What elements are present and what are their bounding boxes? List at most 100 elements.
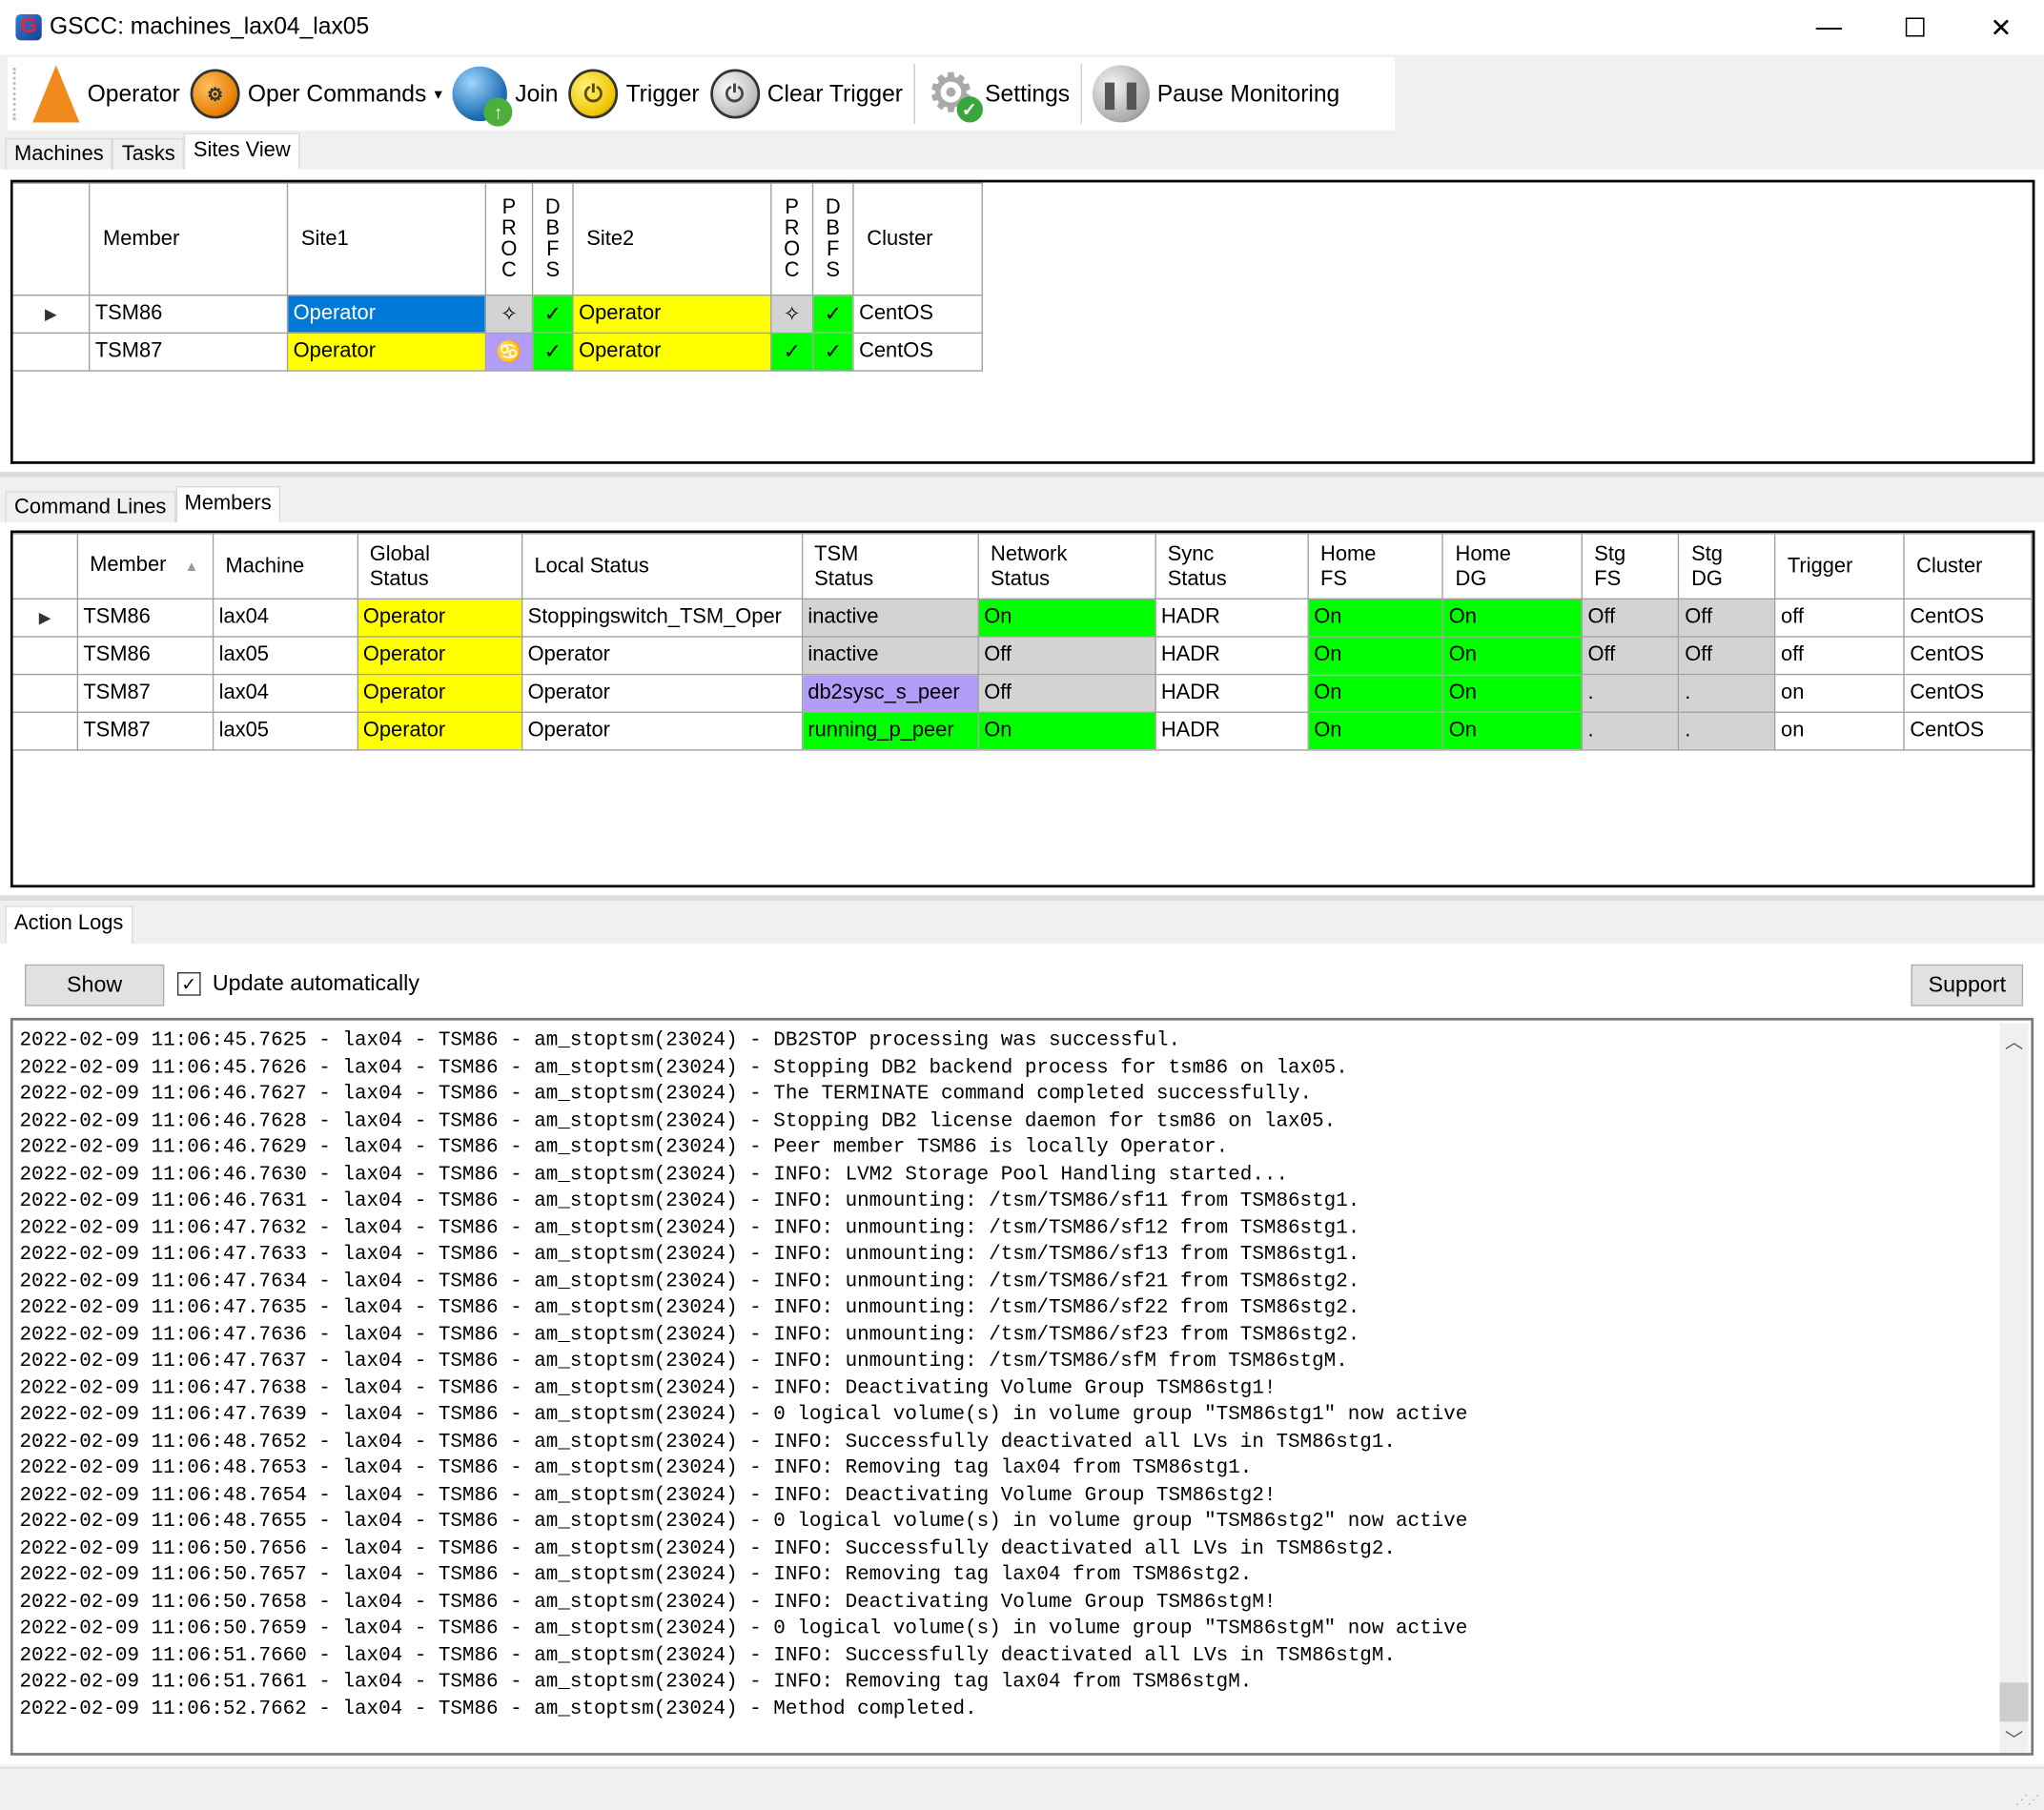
settings-button[interactable]: ⚙ Settings bbox=[920, 61, 1075, 126]
col-home-dg[interactable]: Home DG bbox=[1441, 533, 1583, 600]
col-tsm-status[interactable]: TSM Status bbox=[801, 533, 979, 600]
join-button[interactable]: Join bbox=[447, 61, 563, 127]
table-cell[interactable]: TSM86 bbox=[76, 598, 215, 638]
table-cell[interactable]: Off bbox=[1678, 598, 1776, 638]
table-cell[interactable]: Operator bbox=[357, 636, 523, 676]
proc-idle-icon[interactable]: ✧ bbox=[484, 295, 534, 335]
table-cell[interactable]: HADR bbox=[1155, 636, 1309, 676]
maximize-button[interactable]: ☐ bbox=[1872, 0, 1958, 54]
table-row[interactable]: ▶ TSM86 Operator ✧ ✓ Operator ✧ ✓ CentOS bbox=[12, 295, 983, 335]
table-cell[interactable]: Off bbox=[977, 673, 1156, 713]
splitter-bottom[interactable] bbox=[0, 895, 2044, 901]
checkmark-icon[interactable]: ✓ bbox=[811, 295, 854, 335]
row-selector[interactable] bbox=[12, 673, 78, 713]
table-cell[interactable]: db2sysc_s_peer bbox=[801, 673, 979, 713]
table-cell[interactable]: CentOS bbox=[1903, 598, 2033, 638]
table-row[interactable]: TSM87 Operator ♋ ✓ Operator ✓ ✓ CentOS bbox=[12, 332, 983, 372]
col-global-status[interactable]: Global Status bbox=[357, 533, 523, 600]
scroll-down-icon[interactable]: ﹀ bbox=[2000, 1727, 2029, 1750]
scroll-up-icon[interactable]: ︿ bbox=[2000, 1028, 2029, 1052]
cluster-cell[interactable]: CentOS bbox=[852, 295, 983, 335]
table-cell[interactable]: CentOS bbox=[1903, 636, 2033, 676]
site1-cell[interactable]: Operator bbox=[286, 295, 487, 335]
col-network-status[interactable]: Network Status bbox=[977, 533, 1156, 600]
show-button[interactable]: Show bbox=[24, 964, 165, 1007]
table-cell[interactable]: TSM87 bbox=[76, 711, 215, 751]
table-cell[interactable]: On bbox=[1307, 711, 1444, 751]
resize-grip-icon[interactable]: ⋰⋰ bbox=[2015, 1793, 2040, 1807]
support-button[interactable]: Support bbox=[1911, 964, 2024, 1007]
oper-commands-button[interactable]: ⚙ Oper Commands ▾ bbox=[185, 61, 447, 126]
member-cell[interactable]: TSM87 bbox=[88, 332, 289, 372]
table-cell[interactable]: CentOS bbox=[1903, 711, 2033, 751]
tab-tasks[interactable]: Tasks bbox=[112, 137, 185, 172]
table-cell[interactable]: . bbox=[1678, 711, 1776, 751]
table-cell[interactable]: Off bbox=[977, 636, 1156, 676]
table-cell[interactable]: HADR bbox=[1155, 673, 1309, 713]
col-home-fs[interactable]: Home FS bbox=[1307, 533, 1444, 600]
cluster-cell[interactable]: CentOS bbox=[852, 332, 983, 372]
table-cell[interactable]: On bbox=[1441, 598, 1583, 638]
table-cell[interactable]: TSM87 bbox=[76, 673, 215, 713]
proc-peer-icon[interactable]: ♋ bbox=[484, 332, 534, 372]
col-member[interactable]: Member ▲ bbox=[76, 533, 215, 600]
table-row[interactable]: ▶ TSM86 lax04 Operator Stoppingswitch_TSM_Op… bbox=[12, 598, 2033, 638]
table-cell[interactable]: running_p_peer bbox=[801, 711, 979, 751]
row-selector[interactable] bbox=[12, 711, 78, 751]
col-dbfs1[interactable]: DBFS bbox=[531, 182, 574, 296]
table-cell[interactable]: lax05 bbox=[212, 636, 358, 676]
table-row[interactable]: TSM86 lax05 Operator Operator inactive Off HAD… bbox=[12, 636, 2033, 676]
table-cell[interactable]: HADR bbox=[1155, 598, 1309, 638]
col-cluster[interactable]: Cluster bbox=[852, 182, 983, 296]
table-cell[interactable]: Off bbox=[1678, 636, 1776, 676]
table-cell[interactable]: Operator bbox=[521, 673, 803, 713]
table-cell[interactable]: On bbox=[1307, 598, 1444, 638]
table-cell[interactable]: On bbox=[977, 598, 1156, 638]
table-cell[interactable]: Operator bbox=[521, 711, 803, 751]
tab-command-lines[interactable]: Command Lines bbox=[5, 491, 175, 524]
col-stg-fs[interactable]: Stg FS bbox=[1581, 533, 1680, 600]
toolbar-grip[interactable] bbox=[12, 68, 20, 120]
col-member[interactable]: Member bbox=[88, 182, 289, 296]
action-log-output[interactable]: 2022-02-09 11:06:45.7625 - lax04 - TSM86… bbox=[10, 1017, 2034, 1756]
table-cell[interactable]: Operator bbox=[357, 673, 523, 713]
table-cell[interactable]: . bbox=[1581, 711, 1680, 751]
col-dbfs2[interactable]: DBFS bbox=[811, 182, 854, 296]
table-cell[interactable]: Operator bbox=[357, 598, 523, 638]
table-cell[interactable]: off bbox=[1774, 636, 1905, 676]
operator-button[interactable]: Operator bbox=[28, 61, 186, 126]
table-row[interactable]: TSM87 lax05 Operator Operator running_p_peer… bbox=[12, 711, 2033, 751]
table-cell[interactable]: on bbox=[1774, 673, 1905, 713]
col-local-status[interactable]: Local Status bbox=[521, 533, 803, 600]
checkbox-checked-icon[interactable]: ✓ bbox=[176, 972, 201, 996]
col-machine[interactable]: Machine bbox=[212, 533, 358, 600]
table-cell[interactable]: inactive bbox=[801, 636, 979, 676]
tab-members[interactable]: Members bbox=[174, 486, 281, 524]
tab-action-logs[interactable]: Action Logs bbox=[5, 905, 133, 944]
tab-sites-view[interactable]: Sites View bbox=[184, 132, 300, 172]
tab-machines[interactable]: Machines bbox=[5, 137, 113, 172]
col-cluster[interactable]: Cluster bbox=[1903, 533, 2033, 600]
table-cell[interactable]: off bbox=[1774, 598, 1905, 638]
close-button[interactable]: ✕ bbox=[1958, 0, 2044, 54]
table-cell[interactable]: Operator bbox=[357, 711, 523, 751]
checkmark-icon[interactable]: ✓ bbox=[811, 332, 854, 372]
col-proc1[interactable]: PROC bbox=[484, 182, 534, 296]
minimize-button[interactable]: — bbox=[1786, 0, 1871, 54]
table-cell[interactable]: HADR bbox=[1155, 711, 1309, 751]
trigger-button[interactable]: ⏻ Trigger bbox=[563, 61, 705, 126]
table-cell[interactable]: on bbox=[1774, 711, 1905, 751]
table-cell[interactable]: On bbox=[977, 711, 1156, 751]
row-selector[interactable] bbox=[12, 332, 91, 372]
site1-cell[interactable]: Operator bbox=[286, 332, 487, 372]
row-selector[interactable] bbox=[12, 636, 78, 676]
member-cell[interactable]: TSM86 bbox=[88, 295, 289, 335]
site2-cell[interactable]: Operator bbox=[572, 295, 772, 335]
splitter-top[interactable] bbox=[0, 471, 2044, 478]
pause-monitoring-button[interactable]: ❚❚ Pause Monitoring bbox=[1087, 61, 1345, 126]
col-proc2[interactable]: PROC bbox=[770, 182, 814, 296]
table-cell[interactable]: On bbox=[1441, 673, 1583, 713]
col-sync-status[interactable]: Sync Status bbox=[1155, 533, 1309, 600]
table-cell[interactable]: lax04 bbox=[212, 598, 358, 638]
proc-idle-icon[interactable]: ✧ bbox=[770, 295, 814, 335]
